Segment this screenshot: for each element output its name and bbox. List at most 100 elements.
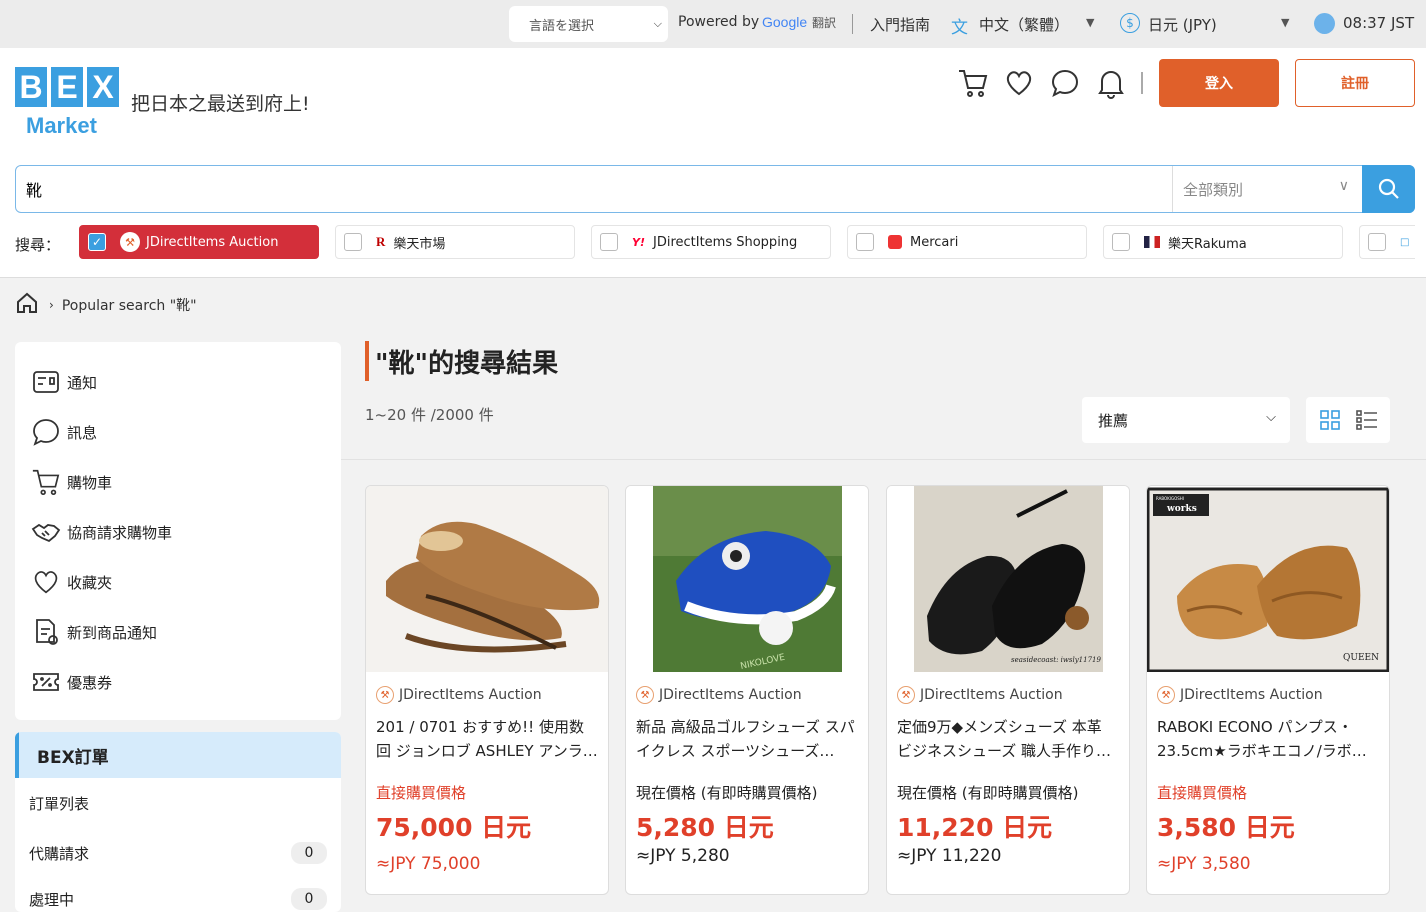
results-title: "靴"的搜尋結果 — [365, 341, 558, 381]
product-card[interactable]: ⚒ JDirectItems Auction 201 / 0701 おすすめ!!… — [365, 485, 609, 895]
home-icon[interactable] — [15, 291, 39, 319]
category-select[interactable]: 全部類別 ∨ — [1172, 166, 1363, 212]
order-item-label: 處理中 — [29, 890, 75, 909]
product-jpy-price: ≈JPY 11,220 — [897, 846, 1002, 866]
breadcrumb: › Popular search "靴" — [15, 290, 197, 320]
search-input[interactable] — [26, 166, 1166, 212]
sidebar-menu: 通知 訊息 購物車 協商請求購物車 收藏夾 新到商品通知 優惠券 — [15, 342, 341, 720]
sidebar-item-cart[interactable]: 購物車 — [31, 464, 112, 500]
processing-link[interactable]: 處理中 0 — [29, 884, 327, 912]
translate-icon: 文 — [951, 18, 968, 38]
sidebar-item-label: 通知 — [67, 373, 98, 392]
order-list-link[interactable]: 訂單列表 — [29, 788, 327, 818]
newspaper-icon — [33, 371, 59, 393]
currency-icon: $ — [1120, 13, 1140, 33]
language-dropdown-icon[interactable]: ▼ — [1086, 16, 1094, 29]
language-select-label: 言語を選択 — [529, 18, 595, 34]
divider — [1141, 72, 1143, 94]
cart-icon[interactable] — [957, 67, 989, 103]
register-button[interactable]: 註冊 — [1295, 59, 1415, 107]
checkbox-icon — [344, 233, 362, 251]
breadcrumb-current: Popular search "靴" — [61, 298, 197, 314]
sidebar-item-favorites[interactable]: 收藏夾 — [31, 564, 112, 600]
sidebar-item-label: 新到商品通知 — [67, 623, 158, 642]
sidebar-item-coupons[interactable]: 優惠券 — [31, 664, 112, 700]
source-name: 樂天Rakuma — [1168, 236, 1247, 252]
sidebar-item-new-arrival-alerts[interactable]: 新到商品通知 — [31, 614, 157, 650]
source-chip-jdirect-auction[interactable]: ✓ ⚒ JDirectItems Auction — [79, 225, 319, 259]
source-chip-more[interactable]: □ — [1359, 225, 1415, 259]
sort-label: 推薦 — [1098, 411, 1129, 430]
auction-hammer-icon: ⚒ — [376, 686, 394, 704]
product-title[interactable]: 新品 高級品ゴルフシューズ スパイクレス スポーツシューズ… — [636, 715, 858, 763]
language-selector[interactable]: 中文（繁體） — [979, 14, 1069, 35]
pump-image-brand: works — [1166, 504, 1197, 514]
product-title[interactable]: 201 / 0701 おすすめ!! 使用数回 ジョンロブ ASHLEY アンライ… — [376, 715, 598, 763]
product-price: 11,220 日元 — [897, 813, 1053, 842]
source-chip-rakuten[interactable]: R 樂天市場 — [335, 225, 575, 259]
guide-link[interactable]: 入門指南 — [870, 14, 930, 35]
product-source-name: JDirectItems Auction — [1180, 687, 1323, 703]
chevron-down-icon: ∨ — [1338, 178, 1349, 194]
price-label: 直接購買價格 — [376, 784, 467, 802]
checkbox-checked-icon: ✓ — [88, 233, 106, 251]
document-bell-icon — [36, 619, 58, 645]
product-card[interactable]: NIKOLOVE ⚒ JDirectItems Auction 新品 高級品ゴル… — [625, 485, 869, 895]
grid-view-icon[interactable] — [1320, 410, 1340, 434]
product-jpy-price: ≈JPY 3,580 — [1157, 854, 1251, 874]
powered-by-text: Powered by — [678, 14, 760, 30]
bex-logo[interactable]: B E X — [15, 67, 119, 107]
mercari-logo-icon — [888, 235, 902, 249]
sidebar-item-notifications[interactable]: 通知 — [31, 364, 97, 400]
bell-icon[interactable] — [1096, 67, 1126, 103]
language-translate-select[interactable]: 言語を選択 ⌵ — [509, 6, 668, 42]
sort-select[interactable]: 推薦 ⌵ — [1082, 397, 1290, 443]
currency-selector[interactable]: 日元 (JPY) — [1148, 14, 1217, 35]
coupon-icon — [33, 673, 59, 691]
sidebar-item-label: 優惠券 — [67, 673, 113, 692]
product-title[interactable]: RABOKI ECONO パンプス・23.5cm★ラボキエコノ/ラボ… — [1157, 715, 1379, 763]
sidebar-item-label: 收藏夾 — [67, 573, 113, 592]
sidebar-item-messages[interactable]: 訊息 — [31, 414, 97, 450]
product-price: 3,580 日元 — [1157, 813, 1295, 842]
list-view-icon[interactable] — [1356, 410, 1378, 434]
chevron-down-icon: ⌵ — [653, 17, 662, 30]
logo-market-text: Market — [26, 113, 97, 138]
product-source-name: JDirectItems Auction — [659, 687, 802, 703]
product-price: 5,280 日元 — [636, 813, 774, 842]
logo-letter: B — [15, 67, 47, 107]
product-source-name: JDirectItems Auction — [920, 687, 1063, 703]
login-button[interactable]: 登入 — [1159, 59, 1279, 107]
product-price: 75,000 日元 — [376, 813, 532, 842]
sidebar-item-negotiation-cart[interactable]: 協商請求購物車 — [31, 514, 172, 550]
checkbox-icon — [1368, 233, 1386, 251]
chat-icon[interactable] — [1050, 68, 1080, 102]
oxford-image-watermark: seasidecoast: iwsly11719 — [1011, 656, 1101, 664]
heart-icon[interactable] — [1003, 67, 1035, 103]
search-button[interactable] — [1362, 165, 1415, 213]
product-card[interactable]: seasidecoast: iwsly11719 ⚒ JDirectItems … — [886, 485, 1130, 895]
product-source: ⚒ JDirectItems Auction — [376, 686, 542, 704]
source-chip-mercari[interactable]: Mercari — [847, 225, 1087, 259]
product-source: ⚒ JDirectItems Auction — [636, 686, 802, 704]
product-image-loafers[interactable] — [366, 486, 608, 672]
count-badge: 0 — [291, 888, 327, 910]
view-toggle — [1306, 397, 1390, 443]
product-title[interactable]: 定価9万◆メンズシューズ 本革 ビジネスシューズ 職人手作り… — [897, 715, 1119, 763]
purchase-request-link[interactable]: 代購請求 0 — [29, 838, 327, 868]
product-card[interactable]: RABOKIGOSHI works QUEEN ⚒ JDirectItems A… — [1146, 485, 1390, 895]
source-name: JDirectItems Shopping — [652, 234, 798, 250]
source-name: 樂天市場 — [393, 236, 446, 252]
product-image-pumps[interactable]: RABOKIGOSHI works QUEEN — [1147, 486, 1389, 672]
currency-dropdown-icon[interactable]: ▼ — [1281, 16, 1289, 29]
heart-icon — [34, 571, 58, 594]
translate-link[interactable]: 翻訳 — [812, 14, 836, 31]
source-chip-rakuma[interactable]: 樂天Rakuma — [1103, 225, 1343, 259]
orders-title: BEX訂單 — [15, 732, 341, 778]
source-chip-jdirect-shopping[interactable]: Y! JDirectItems Shopping — [591, 225, 831, 259]
product-image-golf-shoes[interactable]: NIKOLOVE — [626, 486, 868, 672]
price-label: 現在價格 (有即時購買價格) — [897, 784, 1079, 802]
checkbox-icon — [1112, 233, 1130, 251]
product-image-oxford-shoes[interactable]: seasidecoast: iwsly11719 — [887, 486, 1129, 672]
sidebar-item-label: 協商請求購物車 — [67, 523, 173, 542]
